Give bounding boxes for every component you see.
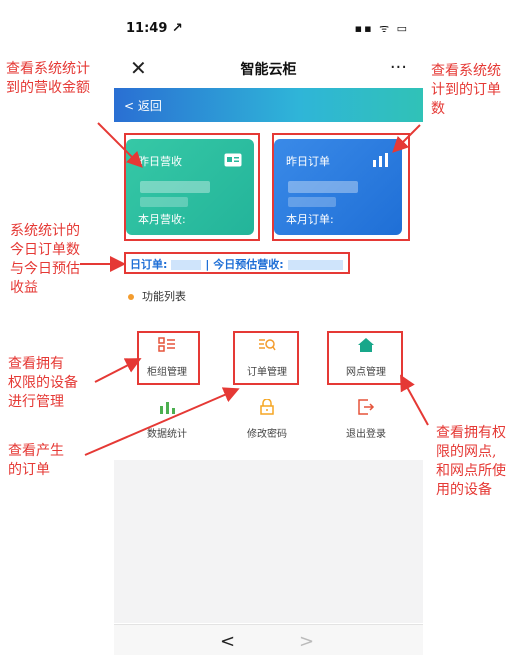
annotation-text: 查看拥有权 限的网点, 和网点所使 用的设备 (436, 425, 506, 498)
annotation-text: 查看产生 的订单 (8, 443, 64, 478)
annotation-today-summary: 系统统计的 今日订单数 与今日预估 收益 (10, 222, 80, 298)
annotation-revenue: 查看系统统计 到的营收金额 (6, 60, 90, 98)
annotation-outlets: 查看拥有权 限的网点, 和网点所使 用的设备 (436, 424, 506, 500)
annotation-text: 查看拥有 权限的设备 进行管理 (8, 356, 78, 410)
annotation-cabinet: 查看拥有 权限的设备 进行管理 (8, 355, 78, 412)
annotation-order-list: 查看产生 的订单 (8, 442, 64, 480)
annotation-text: 查看系统统计 到的营收金额 (6, 61, 90, 96)
annotation-text: 系统统计的 今日订单数 与今日预估 收益 (10, 223, 80, 296)
annotation-orders: 查看系统统 计到的订单数 (431, 62, 501, 119)
annotation-text: 查看系统统 计到的订单数 (431, 63, 501, 117)
